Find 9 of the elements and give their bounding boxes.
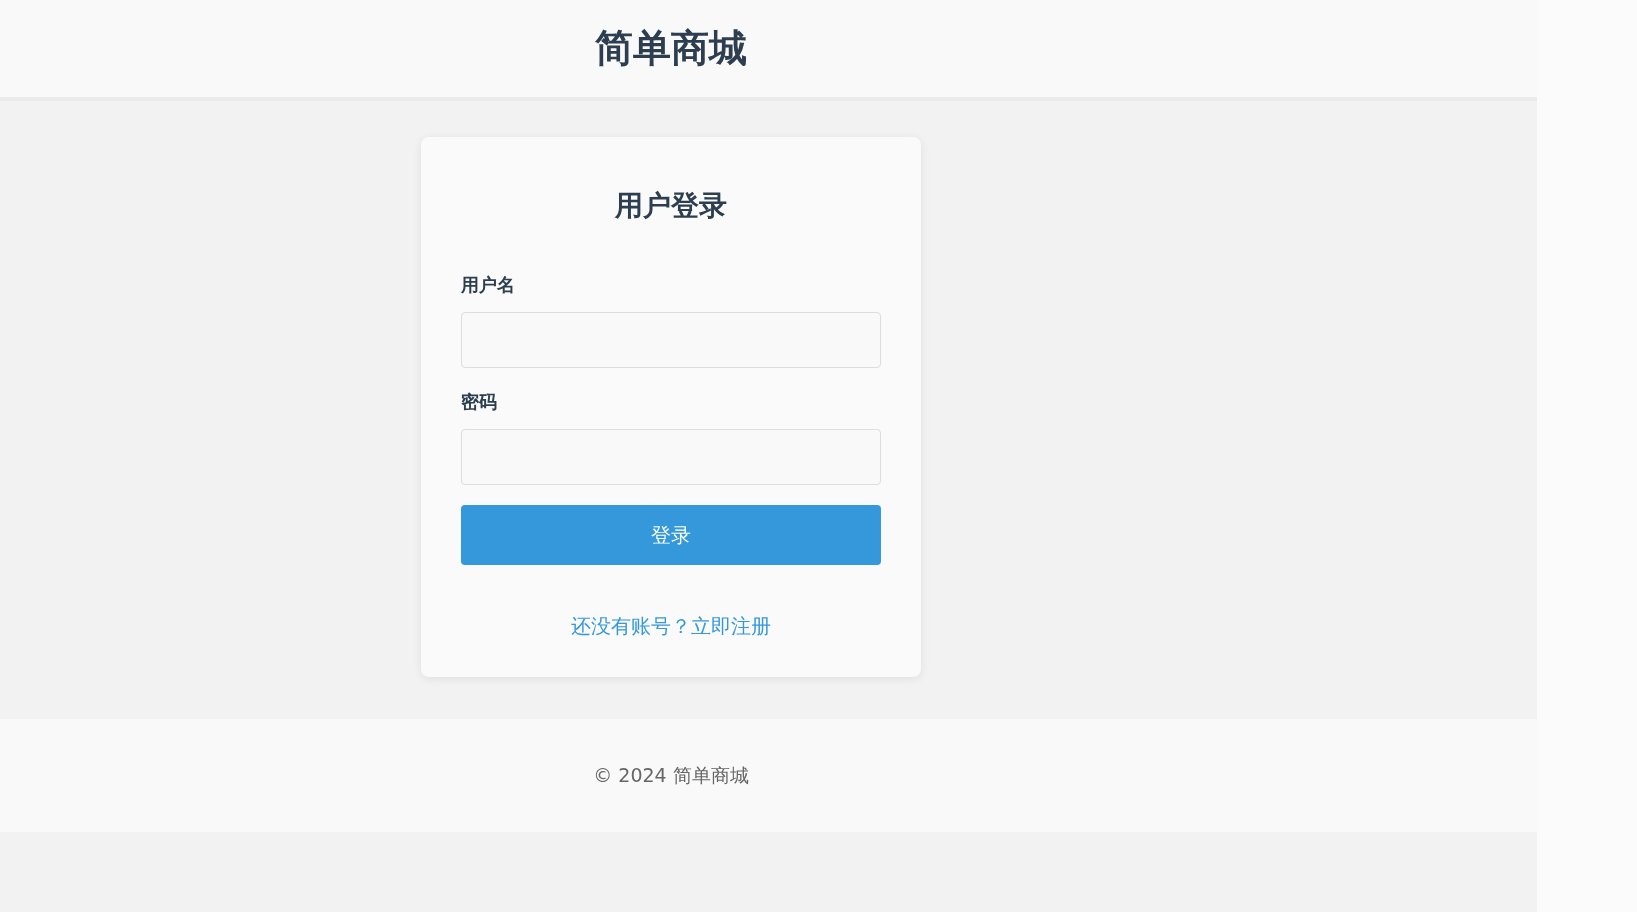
site-title: 简单商城: [595, 25, 747, 72]
input-field[interactable]: [461, 312, 881, 368]
login-title: 用户登录: [614, 188, 728, 224]
copyright-text: © 2024 简单商城: [593, 763, 749, 789]
field-label: 用户名: [461, 273, 516, 297]
register-link[interactable]: 还没有账号？立即注册: [571, 611, 771, 641]
field-label: 密码: [461, 390, 498, 414]
input-field[interactable]: [461, 429, 881, 485]
login-button[interactable]: 登录: [461, 505, 881, 565]
